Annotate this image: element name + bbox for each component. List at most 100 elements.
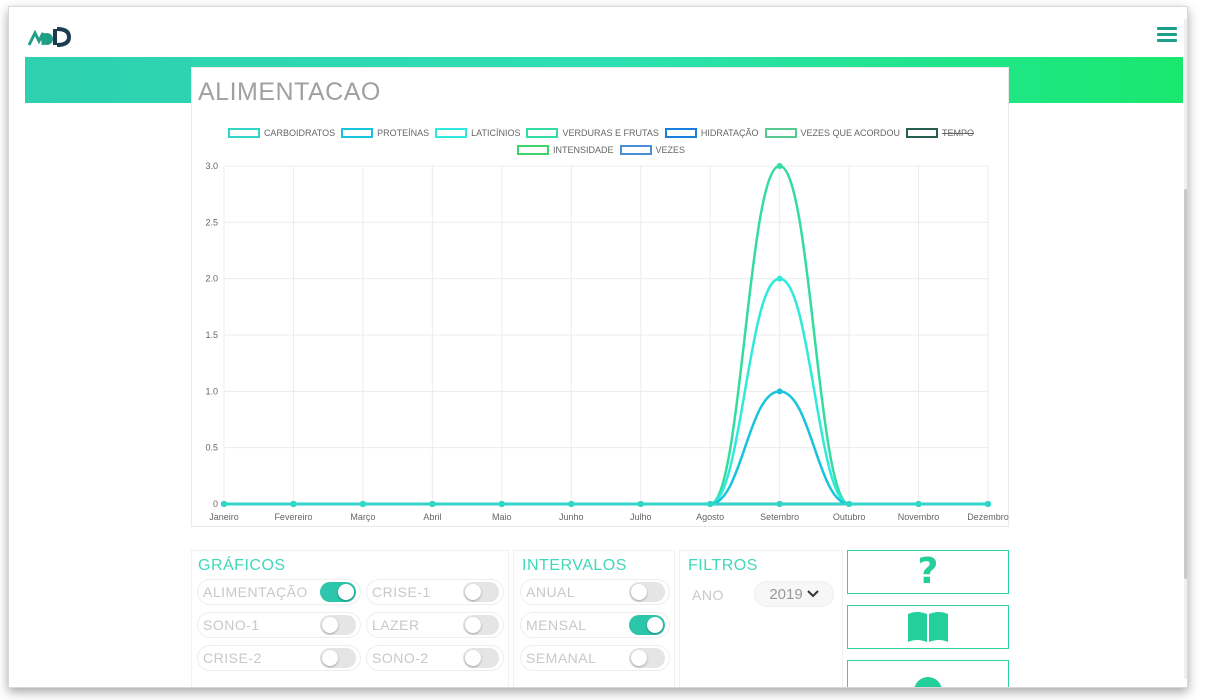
x-tick-label: Agosto [696, 512, 724, 522]
toggle-switch[interactable] [629, 582, 665, 602]
data-point [568, 501, 575, 507]
legend-label: VEZES QUE ACORDOU [800, 127, 901, 138]
data-point [776, 163, 783, 169]
toggle-switch[interactable] [463, 648, 499, 668]
x-tick-label: Março [350, 512, 375, 522]
toggle-label: SONO-1 [203, 617, 260, 633]
legend-item[interactable]: CARBOIDRATOS [227, 127, 336, 138]
legend-item[interactable]: PROTEÍNAS [341, 127, 429, 138]
mud-logo-icon[interactable] [27, 25, 75, 49]
toggle-label: ANUAL [526, 584, 576, 600]
legend-label: HIDRATAÇÃO [700, 127, 759, 138]
x-tick-label: Maio [492, 512, 512, 522]
legend-swatch [526, 127, 559, 138]
app-window: ALIMENTACAO CARBOIDRATOS PROTEÍNAS LATICÍN… [8, 6, 1188, 688]
data-point [221, 501, 227, 507]
legend-item[interactable]: VERDURAS E FRUTAS [526, 127, 659, 138]
filtros-panel: FILTROS ANO 2019 [679, 550, 843, 687]
toggle-label: ALIMENTAÇÃO [203, 584, 308, 600]
legend-item[interactable]: TEMPO [906, 127, 974, 138]
legend-item[interactable]: VEZES QUE ACORDOU [764, 127, 901, 138]
toggle-switch[interactable] [629, 615, 665, 635]
toggle-crise-2[interactable]: CRISE-2 [197, 645, 361, 671]
legend-label: INTENSIDADE [552, 144, 614, 155]
scrollbar-thumb[interactable] [1184, 189, 1187, 579]
chevron-down-icon [806, 590, 819, 598]
vertical-scrollbar[interactable] [1183, 19, 1187, 679]
legend-label: CARBOIDRATOS [263, 127, 336, 138]
line-chart: 0 0.5 1.0 1.5 2.0 2.5 3.0 Janeiro Fevereiro Março… [205, 161, 1009, 522]
toggle-switch[interactable] [320, 648, 356, 668]
year-select[interactable]: 2019 [754, 581, 834, 607]
toggle-anual[interactable]: ANUAL [520, 579, 670, 605]
year-select-value: 2019 [769, 585, 803, 603]
top-bar [9, 7, 1187, 59]
toggle-switch[interactable] [463, 615, 499, 635]
question-mark-icon: ? [917, 551, 939, 592]
toggle-label: CRISE-1 [372, 584, 431, 600]
toggle-lazer[interactable]: LAZER [366, 612, 504, 638]
toggle-alimentacao[interactable]: ALIMENTAÇÃO [197, 579, 361, 605]
toggle-sono-2[interactable]: SONO-2 [366, 645, 504, 671]
legend-row: INTENSIDADE VEZES [192, 141, 1010, 158]
x-tick-label: Abril [423, 512, 441, 522]
x-tick-label: Junho [559, 512, 584, 522]
x-tick-label: Julho [630, 512, 652, 522]
toggle-crise-1[interactable]: CRISE-1 [366, 579, 504, 605]
intervalos-panel: INTERVALOS ANUAL MENSAL SEMANAL [513, 550, 675, 687]
legend-swatch [764, 127, 797, 138]
x-tick-label: Setembro [760, 512, 799, 522]
y-tick-label: 0.5 [205, 443, 218, 453]
data-point [429, 501, 436, 507]
data-point [846, 501, 853, 507]
data-point [707, 501, 714, 507]
data-point [776, 501, 783, 507]
legend-swatch [906, 127, 939, 138]
toggle-label: SEMANAL [526, 650, 597, 666]
ano-label: ANO [692, 587, 724, 603]
legend-item[interactable]: HIDRATAÇÃO [664, 127, 759, 138]
toggle-switch[interactable] [629, 648, 665, 668]
toggle-semanal[interactable]: SEMANAL [520, 645, 670, 671]
data-point [915, 501, 922, 507]
x-tick-label: Janeiro [209, 512, 239, 522]
toggle-switch[interactable] [463, 582, 499, 602]
help-button[interactable]: ? [847, 550, 1009, 594]
legend-label: LATICÍNIOS [471, 127, 521, 138]
data-point [776, 275, 783, 282]
open-book-icon [908, 612, 948, 642]
x-tick-label: Novembro [898, 512, 940, 522]
data-point [498, 501, 505, 507]
legend-swatch [435, 127, 468, 138]
chart-card: ALIMENTACAO CARBOIDRATOS PROTEÍNAS LATICÍN… [191, 67, 1009, 527]
circle-icon [914, 677, 942, 687]
toggle-switch[interactable] [320, 615, 356, 635]
legend-label: VEZES [655, 144, 686, 155]
data-point [359, 501, 366, 507]
y-tick-label: 3.0 [205, 161, 218, 171]
page-title: ALIMENTACAO [198, 78, 381, 106]
legend-swatch [516, 144, 549, 155]
toggle-sono-1[interactable]: SONO-1 [197, 612, 361, 638]
toggle-mensal[interactable]: MENSAL [520, 612, 670, 638]
filtros-title: FILTROS [688, 557, 758, 574]
data-point [985, 501, 991, 507]
data-point [637, 501, 644, 507]
manual-button[interactable] [847, 605, 1009, 649]
chart-legend: CARBOIDRATOS PROTEÍNAS LATICÍNIOS VERDURAS … [192, 124, 1010, 158]
legend-swatch [664, 127, 697, 138]
legend-item[interactable]: INTENSIDADE [516, 144, 614, 155]
third-action-button[interactable] [847, 660, 1009, 687]
hamburger-menu-icon[interactable] [1157, 27, 1177, 45]
legend-item[interactable]: VEZES [619, 144, 686, 155]
y-tick-label: 0 [213, 499, 218, 509]
y-tick-label: 1.0 [205, 386, 218, 396]
intervalos-title: INTERVALOS [522, 557, 627, 574]
legend-item[interactable]: LATICÍNIOS [435, 127, 521, 138]
graficos-panel: GRÁFICOS ALIMENTAÇÃO CRISE-1 SONO-1 LAZE… [191, 550, 509, 687]
graficos-title: GRÁFICOS [198, 557, 286, 574]
y-tick-label: 2.5 [205, 217, 218, 227]
x-tick-label: Dezembro [967, 512, 1009, 522]
legend-swatch [341, 127, 374, 138]
toggle-switch[interactable] [320, 582, 356, 602]
